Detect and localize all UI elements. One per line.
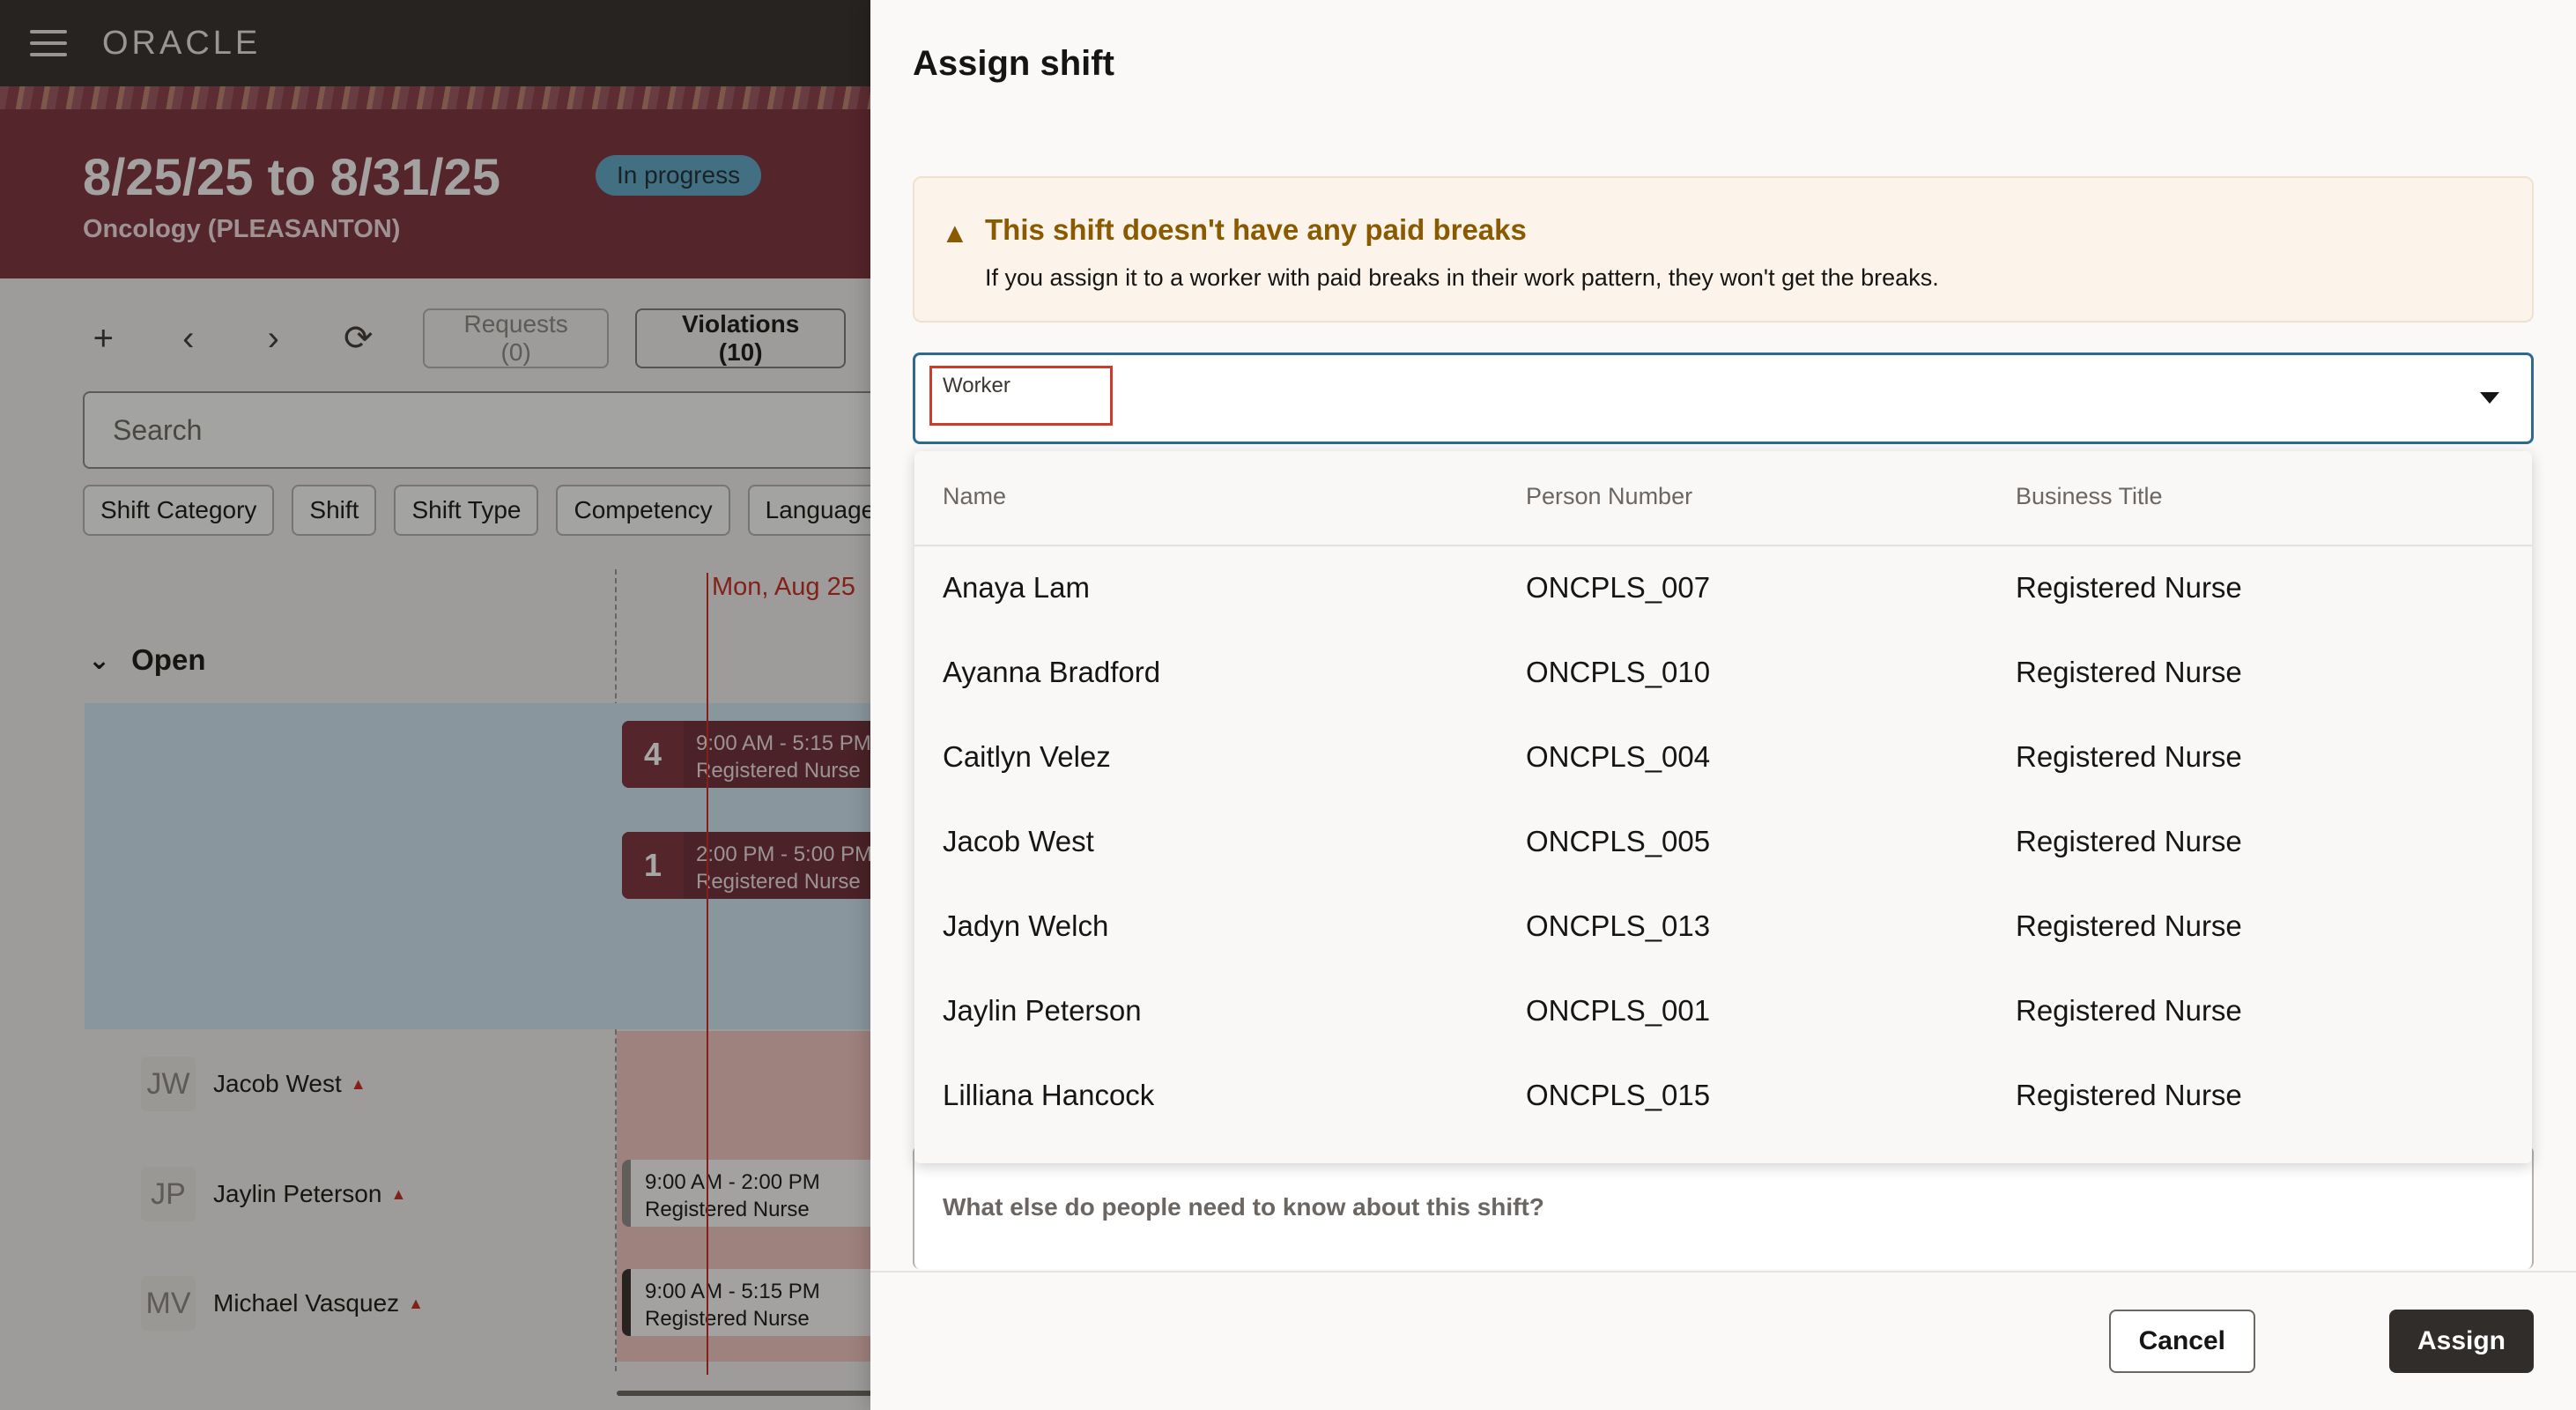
column-header-person-number: Person Number xyxy=(1526,483,1693,509)
list-item[interactable]: Caitlyn Velez ONCPLS_004 Registered Nurs… xyxy=(914,716,2532,800)
warning-text: If you assign it to a worker with paid b… xyxy=(985,264,1939,291)
cancel-button[interactable]: Cancel xyxy=(2108,1310,2255,1373)
warning-title: This shift doesn't have any paid breaks xyxy=(985,213,1527,246)
list-item[interactable]: Jaylin Peterson ONCPLS_001 Registered Nu… xyxy=(914,969,2532,1054)
assign-shift-drawer: Assign shift ▲ This shift doesn't have a… xyxy=(870,0,2576,1410)
list-item[interactable]: Anaya Lam ONCPLS_007 Registered Nurse xyxy=(914,546,2532,631)
worker-option-number: ONCPLS_010 xyxy=(1526,656,1711,688)
modal-overlay[interactable] xyxy=(0,0,872,1410)
paid-breaks-warning: ▲ This shift doesn't have any paid break… xyxy=(913,176,2534,323)
worker-option-name: Anaya Lam xyxy=(943,571,1090,604)
list-item[interactable]: Jacob West ONCPLS_005 Registered Nurse xyxy=(914,800,2532,885)
drawer-title: Assign shift xyxy=(913,44,1114,83)
worker-option-title: Registered Nurse xyxy=(2016,656,2242,688)
worker-select[interactable]: Worker xyxy=(913,352,2534,444)
worker-field-label: Worker xyxy=(929,366,1113,426)
worker-option-title: Registered Nurse xyxy=(2016,825,2242,857)
list-header: Name Person Number Business Title xyxy=(914,451,2532,546)
drawer-footer: Cancel Assign xyxy=(870,1271,2576,1410)
shift-notes-field[interactable]: What else do people need to know about t… xyxy=(913,1146,2534,1269)
caret-down-icon[interactable] xyxy=(2480,392,2499,404)
worker-option-title: Registered Nurse xyxy=(2016,1079,2242,1111)
worker-option-number: ONCPLS_004 xyxy=(1526,740,1711,773)
worker-option-number: ONCPLS_013 xyxy=(1526,909,1711,942)
warning-icon: ▲ xyxy=(941,217,969,249)
assign-button[interactable]: Assign xyxy=(2388,1310,2534,1373)
worker-option-name: Jadyn Welch xyxy=(943,909,1109,942)
worker-option-title: Registered Nurse xyxy=(2016,740,2242,773)
worker-option-number: ONCPLS_007 xyxy=(1526,571,1711,604)
column-header-business-title: Business Title xyxy=(2016,483,2163,509)
notes-placeholder: What else do people need to know about t… xyxy=(943,1193,1544,1221)
worker-option-name: Ayanna Bradford xyxy=(943,656,1161,688)
list-item[interactable]: Ayanna Bradford ONCPLS_010 Registered Nu… xyxy=(914,631,2532,716)
worker-option-title: Registered Nurse xyxy=(2016,571,2242,604)
worker-option-name: Jacob West xyxy=(943,825,1094,857)
list-item[interactable]: Lilliana Hancock ONCPLS_015 Registered N… xyxy=(914,1054,2532,1139)
worker-option-number: ONCPLS_005 xyxy=(1526,825,1711,857)
worker-option-number: ONCPLS_001 xyxy=(1526,994,1711,1027)
worker-option-name: Jaylin Peterson xyxy=(943,994,1142,1027)
worker-option-name: Lilliana Hancock xyxy=(943,1079,1155,1111)
worker-option-title: Registered Nurse xyxy=(2016,909,2242,942)
worker-dropdown-list: Name Person Number Business Title Anaya … xyxy=(914,451,2532,1163)
list-item[interactable]: Jadyn Welch ONCPLS_013 Registered Nurse xyxy=(914,885,2532,969)
worker-option-title: Registered Nurse xyxy=(2016,994,2242,1027)
worker-option-name: Caitlyn Velez xyxy=(943,740,1111,773)
worker-option-number: ONCPLS_015 xyxy=(1526,1079,1711,1111)
column-header-name: Name xyxy=(943,483,1007,509)
